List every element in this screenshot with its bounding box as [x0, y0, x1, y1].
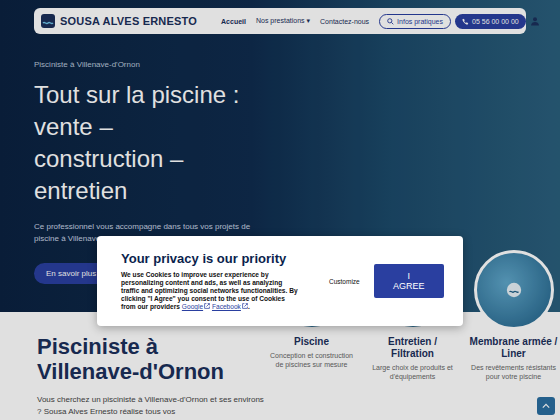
cookie-dialog: Your privacy is our priority We use Cooki… — [97, 236, 463, 326]
cookie-link[interactable]: Google — [182, 303, 203, 310]
cookie-title: Your privacy is our priority — [121, 251, 301, 266]
agree-button[interactable]: I AGREE — [374, 264, 444, 298]
external-link-icon — [204, 303, 210, 309]
cookie-text: We use Cookies to improve user experienc… — [121, 271, 301, 311]
customize-button[interactable]: Customize — [329, 278, 360, 285]
page: SOUSA ALVES ERNESTOAccueilNos prestation… — [0, 0, 560, 420]
external-link-icon — [242, 303, 248, 309]
cookie-link[interactable]: Facebook — [212, 303, 241, 310]
cookie-backdrop: Your privacy is our priority We use Cooki… — [0, 0, 560, 420]
